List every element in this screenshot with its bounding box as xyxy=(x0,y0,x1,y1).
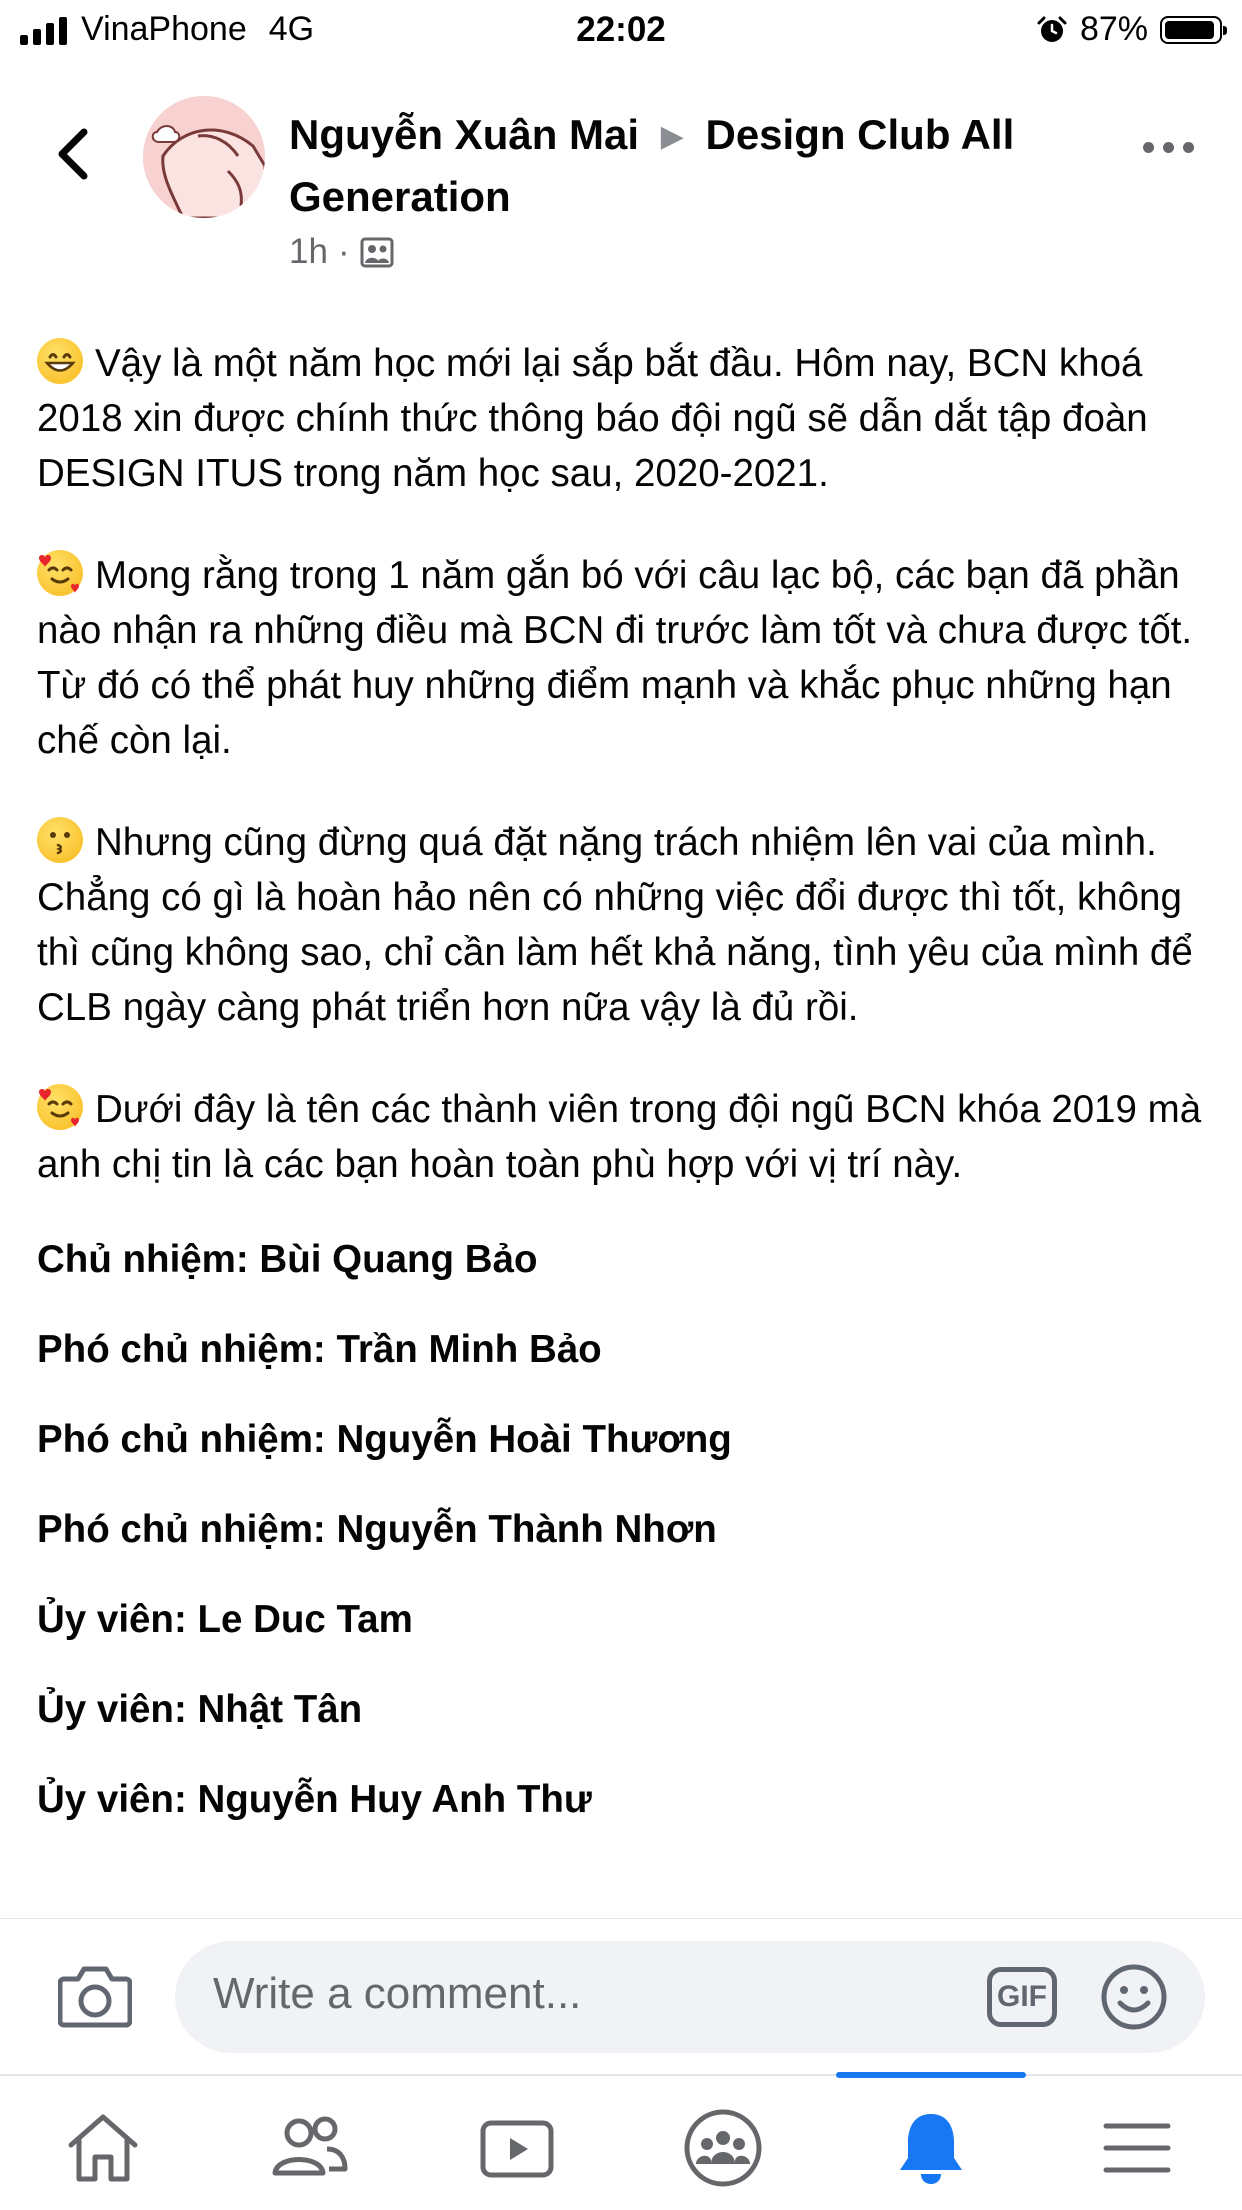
watch-icon xyxy=(480,2120,554,2178)
post-title: Nguyễn Xuân Mai ▶ Design Club All Genera… xyxy=(289,105,1109,227)
comment-input[interactable]: Write a comment... GIF xyxy=(175,1941,1205,2053)
status-right: 87% xyxy=(1036,10,1227,49)
kissing-face-icon xyxy=(37,817,83,863)
tab-notifications[interactable] xyxy=(886,2106,976,2190)
tab-groups[interactable] xyxy=(678,2106,768,2190)
post-paragraph: Nhưng cũng đừng quá đặt nặng trách nhiệm… xyxy=(37,815,1217,1035)
member-line: Ủy viên: Nguyễn Huy Anh Thư xyxy=(37,1778,592,1821)
paragraph-text: Nhưng cũng đừng quá đặt nặng trách nhiệm… xyxy=(37,821,1193,1029)
tab-home[interactable] xyxy=(58,2106,148,2190)
group-icon xyxy=(360,237,394,268)
camera-button[interactable] xyxy=(57,1963,133,2029)
post-time[interactable]: 1h xyxy=(289,232,328,272)
paragraph-text: Vậy là một năm học mới lại sắp bắt đầu. … xyxy=(37,342,1148,495)
post-paragraph: Mong rằng trong 1 năm gắn bó với câu lạc… xyxy=(37,548,1217,768)
member-line: Ủy viên: Le Duc Tam xyxy=(37,1598,413,1641)
grinning-face-icon xyxy=(37,338,83,384)
avatar-illustration xyxy=(143,96,265,218)
home-icon xyxy=(68,2114,138,2182)
alarm-icon xyxy=(1037,16,1067,42)
more-options-button[interactable] xyxy=(1143,142,1194,153)
tab-watch[interactable] xyxy=(472,2106,562,2190)
chevron-left-icon xyxy=(58,128,88,180)
comment-placeholder: Write a comment... xyxy=(213,1969,582,2018)
status-bar: VinaPhone 4G 22:02 87% xyxy=(0,0,1242,62)
avatar[interactable] xyxy=(143,96,265,218)
member-line: Phó chủ nhiệm: Nguyễn Thành Nhơn xyxy=(37,1508,717,1551)
active-tab-indicator xyxy=(836,2072,1026,2078)
more-dot xyxy=(1163,142,1174,153)
member-line: Chủ nhiệm: Bùi Quang Bảo xyxy=(37,1238,538,1281)
more-dots-icon xyxy=(1143,142,1154,153)
battery-percent: 87% xyxy=(1079,10,1148,48)
back-button[interactable] xyxy=(48,124,98,184)
member-line: Ủy viên: Nhật Tân xyxy=(37,1688,363,1731)
notifications-icon xyxy=(900,2114,962,2184)
bottom-tab-bar xyxy=(0,2072,1242,2210)
member-line: Phó chủ nhiệm: Nguyễn Hoài Thương xyxy=(37,1418,732,1461)
comment-bar: Write a comment... GIF xyxy=(0,1918,1242,2075)
friends-icon xyxy=(272,2116,348,2176)
emoji-icon xyxy=(1101,1964,1167,2030)
groups-icon xyxy=(684,2109,762,2187)
menu-icon xyxy=(1103,2123,1171,2173)
tab-menu[interactable] xyxy=(1092,2106,1182,2190)
camera-icon xyxy=(57,1966,133,2028)
member-line: Phó chủ nhiệm: Trần Minh Bảo xyxy=(37,1328,602,1371)
author-name[interactable]: Nguyễn Xuân Mai xyxy=(289,111,639,158)
post-paragraph: Dưới đây là tên các thành viên trong đội… xyxy=(37,1082,1217,1192)
battery-icon xyxy=(1160,15,1227,44)
arrow-right-icon: ▶ xyxy=(660,120,684,153)
gif-button[interactable]: GIF xyxy=(987,1967,1057,2027)
post-meta: 1h · xyxy=(289,232,394,272)
more-dot xyxy=(1183,142,1194,153)
paragraph-text: Mong rằng trong 1 năm gắn bó với câu lạc… xyxy=(37,554,1193,762)
paragraph-text: Dưới đây là tên các thành viên trong đội… xyxy=(37,1088,1202,1186)
smiling-face-with-hearts-icon xyxy=(37,550,83,596)
smiling-face-with-hearts-icon xyxy=(37,1084,83,1130)
post-body: Vậy là một năm học mới lại sắp bắt đầu. … xyxy=(37,336,1217,1918)
meta-separator: · xyxy=(337,232,350,271)
emoji-button[interactable] xyxy=(1100,1963,1168,2031)
post-paragraph: Vậy là một năm học mới lại sắp bắt đầu. … xyxy=(37,336,1217,501)
tab-friends[interactable] xyxy=(264,2106,354,2190)
